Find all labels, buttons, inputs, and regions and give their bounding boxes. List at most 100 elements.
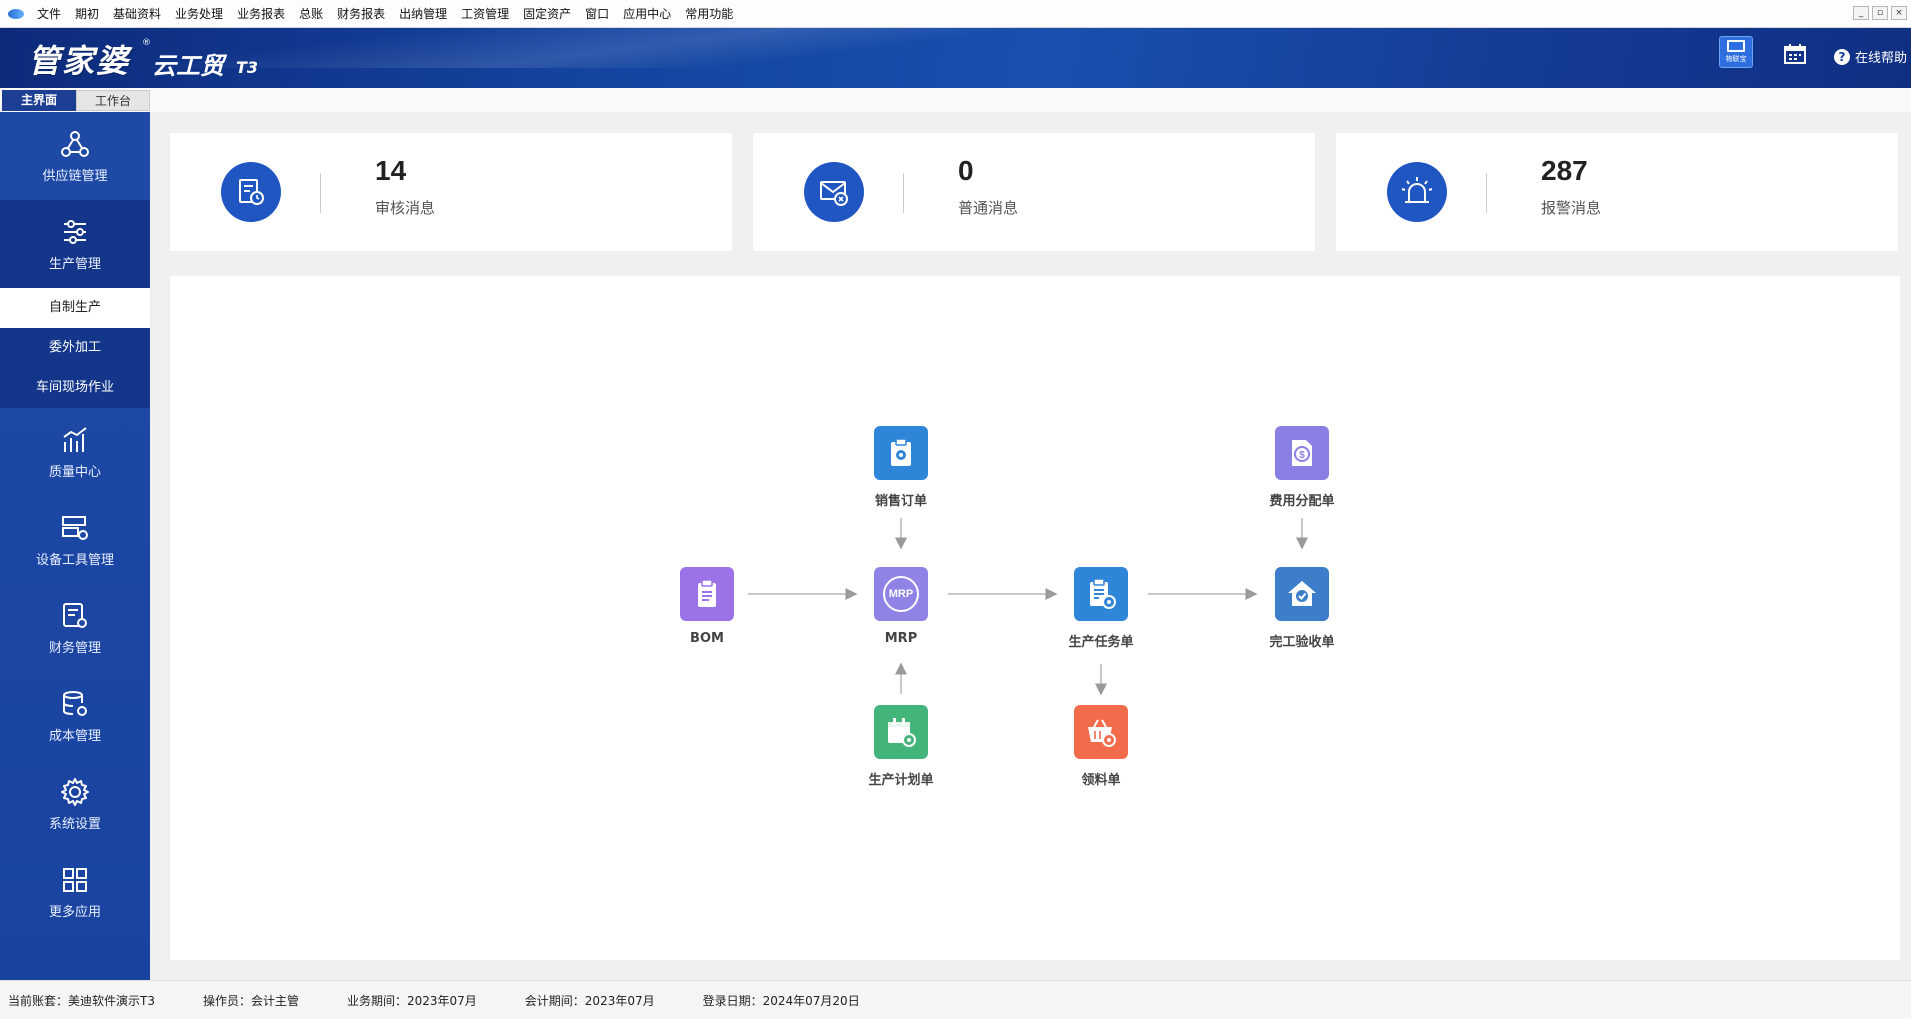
menu-financial-reports[interactable]: 财务报表 (330, 0, 392, 28)
flow-node-production-task[interactable]: 生产任务单 (1041, 567, 1161, 650)
product-name: 云工贸 (152, 52, 224, 80)
status-login-date: 登录日期：2024年07月20日 (702, 993, 860, 1008)
dollar-document-icon: $ (1275, 426, 1329, 480)
menu-app-center[interactable]: 应用中心 (616, 0, 678, 28)
iot-badge-label: 物联宝 (1725, 55, 1747, 63)
status-account: 当前账套：美迪软件演示T3 (8, 993, 155, 1008)
minimize-button[interactable]: _ (1853, 6, 1869, 20)
sidebar-item-label: 生产管理 (48, 256, 101, 272)
app-icon (8, 8, 24, 19)
flow-node-cost-allocation[interactable]: $ 费用分配单 (1242, 426, 1362, 509)
product-version: T3 (236, 58, 259, 77)
brand-logo: 管家婆 (28, 42, 131, 80)
flow-node-label: 生产计划单 (868, 773, 934, 788)
sidebar-item-supply-chain[interactable]: 供应链管理 (0, 112, 150, 200)
normal-message-label: 普通消息 (958, 199, 1019, 217)
menu-general-ledger[interactable]: 总账 (292, 0, 330, 28)
sidebar-item-production[interactable]: 生产管理 (0, 200, 150, 288)
sidebar-item-quality[interactable]: 质量中心 (0, 408, 150, 496)
alarm-icon (1387, 162, 1447, 222)
menu-common-functions[interactable]: 常用功能 (678, 0, 740, 28)
flow-node-bom[interactable]: BOM (647, 567, 767, 646)
sidebar-item-equipment[interactable]: 设备工具管理 (0, 496, 150, 584)
flow-node-label: 销售订单 (874, 494, 927, 509)
sidebar-subitem-outsourced-processing[interactable]: 委外加工 (0, 328, 150, 368)
flow-node-mrp[interactable]: MRP MRP (841, 567, 961, 646)
qr-code-icon: 物联宝 (1719, 36, 1753, 68)
sidebar-item-label: 供应链管理 (42, 168, 108, 184)
menu-opening[interactable]: 期初 (68, 0, 106, 28)
tab-workbench[interactable]: 工作台 (76, 90, 150, 111)
clipboard-tag-icon (874, 426, 928, 480)
clipboard-icon (680, 567, 734, 621)
sidebar-subitem-in-house-production[interactable]: 自制生产 (0, 288, 150, 328)
menu-cashier[interactable]: 出纳管理 (392, 0, 454, 28)
flow-node-label: 完工验收单 (1269, 635, 1335, 650)
header-banner: 管家婆 ® 云工贸 T3 物联宝 ? 在线帮助 (0, 28, 1911, 88)
mrp-icon: MRP (874, 567, 928, 621)
audit-message-icon (221, 162, 281, 222)
sidebar-item-label: 系统设置 (48, 816, 101, 832)
flow-node-label: MRP (884, 631, 918, 646)
device-settings-icon (62, 515, 88, 540)
menu-window[interactable]: 窗口 (578, 0, 616, 28)
status-bar: 当前账套：美迪软件演示T3 操作员：会计主管 业务期间：2023年07月 会计期… (0, 980, 1911, 1019)
normal-message-count: 0 (958, 155, 974, 186)
menu-file[interactable]: 文件 (30, 0, 68, 28)
sidebar-item-label: 设备工具管理 (35, 552, 114, 568)
online-help-label: 在线帮助 (1855, 51, 1908, 66)
menu-fixed-assets[interactable]: 固定资产 (516, 0, 578, 28)
flow-node-completion-acceptance[interactable]: 完工验收单 (1242, 567, 1362, 650)
flow-node-production-plan[interactable]: 生产计划单 (841, 705, 961, 788)
calendar-button[interactable] (1784, 44, 1806, 64)
status-business-period: 业务期间：2023年07月 (346, 993, 477, 1008)
mrp-badge-text: MRP (888, 588, 914, 600)
sidebar-item-label: 更多应用 (48, 904, 101, 920)
audit-message-label: 审核消息 (375, 199, 436, 217)
flow-node-label: BOM (690, 631, 724, 646)
menu-bar: 文件 期初 基础资料 业务处理 业务报表 总账 财务报表 出纳管理 工资管理 固… (0, 0, 1911, 28)
production-flow-panel: 销售订单 BOM MRP MRP 生产任务单 $ 费用分配单 完工验收单 生产计… (170, 276, 1900, 960)
sidebar-item-more-apps[interactable]: 更多应用 (0, 848, 150, 936)
tab-bar: 主界面 工作台 (0, 88, 1911, 112)
tab-main[interactable]: 主界面 (2, 90, 76, 111)
menu-payroll[interactable]: 工资管理 (454, 0, 516, 28)
restore-button[interactable]: ▫ (1872, 6, 1888, 20)
sidebar-item-system-settings[interactable]: 系统设置 (0, 760, 150, 848)
sidebar: 供应链管理 生产管理 自制生产 委外加工 车间现场作业 质量中心 设备工具管理 (0, 112, 150, 980)
flow-node-sales-order[interactable]: 销售订单 (841, 426, 961, 509)
audit-message-count: 14 (375, 155, 407, 186)
calendar-icon (1784, 44, 1806, 64)
sidebar-item-cost[interactable]: 成本管理 (0, 672, 150, 760)
help-icon: ? (1834, 48, 1850, 65)
online-help-button[interactable]: ? 在线帮助 (1834, 47, 1907, 66)
mail-icon (804, 162, 864, 222)
sliders-icon (64, 219, 86, 244)
close-button[interactable]: × (1891, 6, 1907, 20)
finance-icon (63, 602, 87, 628)
document-gear-icon (1074, 567, 1128, 621)
alarm-message-label: 报警消息 (1541, 199, 1602, 217)
database-settings-icon (63, 690, 87, 716)
sidebar-item-finance[interactable]: 财务管理 (0, 584, 150, 672)
sidebar-item-label: 财务管理 (48, 640, 101, 656)
sidebar-item-label: 成本管理 (48, 728, 101, 744)
flow-node-material-requisition[interactable]: 领料单 (1041, 705, 1161, 788)
stat-card-alarm[interactable]: 287 报警消息 (1336, 133, 1898, 251)
flow-arrows (748, 518, 1308, 696)
flow-node-label: 费用分配单 (1269, 494, 1335, 509)
flow-node-label: 领料单 (1081, 773, 1121, 788)
window-controls: _ ▫ × (1853, 6, 1907, 20)
basket-gear-icon (1074, 705, 1128, 759)
stat-card-normal[interactable]: 0 普通消息 (753, 133, 1315, 251)
menu-business[interactable]: 业务处理 (168, 0, 230, 28)
sidebar-subitem-workshop-operations[interactable]: 车间现场作业 (0, 368, 150, 408)
stat-card-audit[interactable]: 14 审核消息 (170, 133, 732, 251)
iot-button[interactable]: 物联宝 (1719, 36, 1753, 68)
flow-node-label: 生产任务单 (1068, 635, 1134, 650)
menu-basic-data[interactable]: 基础资料 (106, 0, 168, 28)
registered-mark: ® (142, 38, 151, 48)
bar-chart-icon (63, 426, 87, 452)
menu-business-reports[interactable]: 业务报表 (230, 0, 292, 28)
alarm-message-count: 287 (1541, 155, 1588, 186)
